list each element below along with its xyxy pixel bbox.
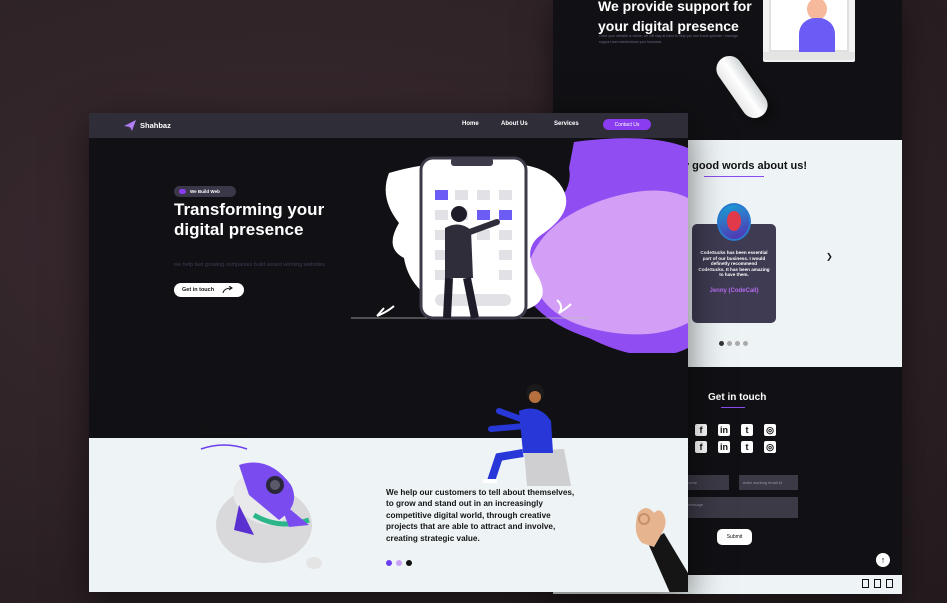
avatar — [717, 203, 751, 241]
dot-3[interactable] — [406, 560, 412, 566]
brand-name[interactable]: Shahbaz — [140, 121, 171, 130]
ok-hand-illustration — [635, 508, 688, 592]
contact-us-button[interactable]: Contact Us — [603, 119, 651, 130]
title-underline — [721, 407, 745, 408]
twitter-icon[interactable]: t — [741, 424, 753, 436]
submit-button[interactable]: Submit — [717, 529, 752, 545]
laptop-illustration — [763, 0, 855, 62]
hero-subtitle: we help fast growing companies build awa… — [174, 262, 326, 268]
about-text: We help our customers to tell about them… — [386, 488, 575, 543]
rocket-illustration — [216, 462, 322, 569]
scroll-top-icon[interactable]: ↑ — [876, 553, 890, 567]
carousel-dots[interactable] — [719, 341, 748, 346]
testimonial-name: Jenny (CodeCall) — [709, 288, 759, 294]
facebook-icon[interactable]: f — [695, 424, 707, 436]
linkedin-icon[interactable]: in — [718, 424, 730, 436]
carousel-dot[interactable] — [743, 341, 748, 346]
carousel-dot[interactable] — [735, 341, 740, 346]
dot-2[interactable] — [396, 560, 402, 566]
wave-divider — [89, 353, 688, 409]
testimonial-text: CodeSucks has been essential part of our… — [698, 250, 770, 278]
footer-icon[interactable] — [862, 579, 869, 588]
arrow-right-icon — [222, 286, 233, 294]
facebook-icon[interactable]: f — [695, 441, 707, 453]
get-in-touch-button[interactable]: Get in touch — [174, 283, 244, 297]
carousel-dot[interactable] — [719, 341, 724, 346]
nav-link-home[interactable]: Home — [462, 121, 479, 127]
message-field[interactable]: message — [683, 497, 798, 518]
footer-icon[interactable] — [874, 579, 881, 588]
social-icons-row: f in t ◎ — [695, 424, 776, 436]
name-field[interactable]: name — [683, 475, 729, 490]
hero-title: Transforming your digital presence — [174, 200, 325, 239]
title-underline — [704, 176, 764, 177]
badge-text: We Build Web — [190, 189, 220, 194]
next-arrow-icon[interactable]: ❯ — [826, 252, 833, 261]
email-field[interactable]: enter working email id — [739, 475, 798, 490]
paper-plane-logo-icon[interactable] — [124, 120, 136, 131]
badge: We Build Web — [174, 186, 236, 197]
carousel-dot[interactable] — [727, 341, 732, 346]
support-text: Once your website is online, we will sta… — [599, 34, 738, 44]
instagram-icon[interactable]: ◎ — [764, 441, 776, 453]
sitting-person-illustration — [483, 384, 571, 486]
dot-1[interactable] — [386, 560, 392, 566]
about-dots — [386, 560, 412, 566]
linkedin-icon[interactable]: in — [718, 441, 730, 453]
support-title: We provide support for your digital pres… — [598, 0, 752, 34]
social-icons-row: f in t ◎ — [695, 441, 776, 453]
top-navbar: Shahbaz Home About Us Services Contact U… — [89, 113, 688, 138]
footer-icon[interactable] — [886, 579, 893, 588]
nav-link-services[interactable]: Services — [554, 121, 579, 127]
title-underline — [200, 444, 248, 450]
instagram-icon[interactable]: ◎ — [764, 424, 776, 436]
twitter-icon[interactable]: t — [741, 441, 753, 453]
get-in-touch-label: Get in touch — [182, 287, 215, 293]
about-title: About Us — [197, 429, 249, 441]
front-page-screenshot: We Build Web Transforming your digital p… — [89, 113, 688, 592]
testimonials-title: y good words about us! — [683, 160, 808, 172]
nav-link-about[interactable]: About Us — [501, 121, 528, 127]
contact-title: Get in touch — [708, 392, 767, 403]
